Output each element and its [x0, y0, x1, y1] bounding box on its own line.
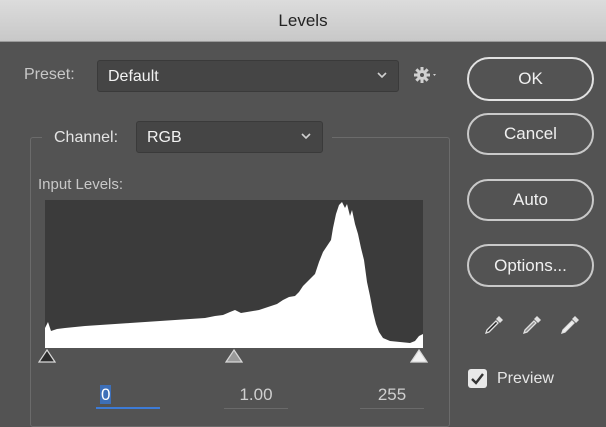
chevron-down-icon — [377, 72, 387, 79]
options-button-label: Options... — [494, 255, 567, 275]
histogram — [45, 200, 423, 348]
preset-dropdown[interactable]: Default — [97, 60, 399, 92]
auto-button[interactable]: Auto — [467, 179, 594, 221]
chevron-down-icon — [301, 133, 311, 140]
ok-button[interactable]: OK — [467, 57, 594, 101]
white-input-field[interactable]: 255 — [360, 381, 424, 409]
auto-button-label: Auto — [513, 190, 548, 209]
white-input-value: 255 — [377, 385, 407, 404]
cancel-button-label: Cancel — [504, 124, 557, 143]
preview-label: Preview — [497, 370, 554, 387]
ok-button-label: OK — [518, 69, 543, 88]
preview-checkbox[interactable] — [468, 369, 487, 388]
channel-dropdown[interactable]: RGB — [136, 121, 323, 153]
cancel-button[interactable]: Cancel — [467, 113, 594, 155]
white-point-slider[interactable] — [410, 349, 428, 363]
gear-icon[interactable] — [413, 64, 439, 86]
white-eyedropper-icon[interactable] — [558, 313, 582, 337]
preset-value: Default — [108, 68, 159, 85]
window-title: Levels — [278, 11, 328, 30]
black-eyedropper-icon[interactable] — [482, 313, 506, 337]
gray-eyedropper-icon[interactable] — [520, 313, 544, 337]
black-point-slider[interactable] — [38, 349, 56, 363]
input-levels-label: Input Levels: — [38, 176, 124, 193]
channel-label: Channel: — [54, 129, 119, 146]
checkmark-icon — [471, 373, 484, 385]
channel-value: RGB — [147, 129, 182, 146]
gamma-slider[interactable] — [225, 349, 243, 363]
black-input-value: 0 — [100, 385, 112, 404]
title-bar: Levels — [0, 0, 606, 42]
black-input-field[interactable]: 0 — [96, 381, 160, 409]
preset-label: Preset: — [24, 66, 75, 83]
options-button[interactable]: Options... — [467, 244, 594, 287]
histogram-graph — [45, 202, 423, 348]
gamma-input-value: 1.00 — [239, 385, 273, 404]
gamma-input-field[interactable]: 1.00 — [224, 381, 288, 409]
